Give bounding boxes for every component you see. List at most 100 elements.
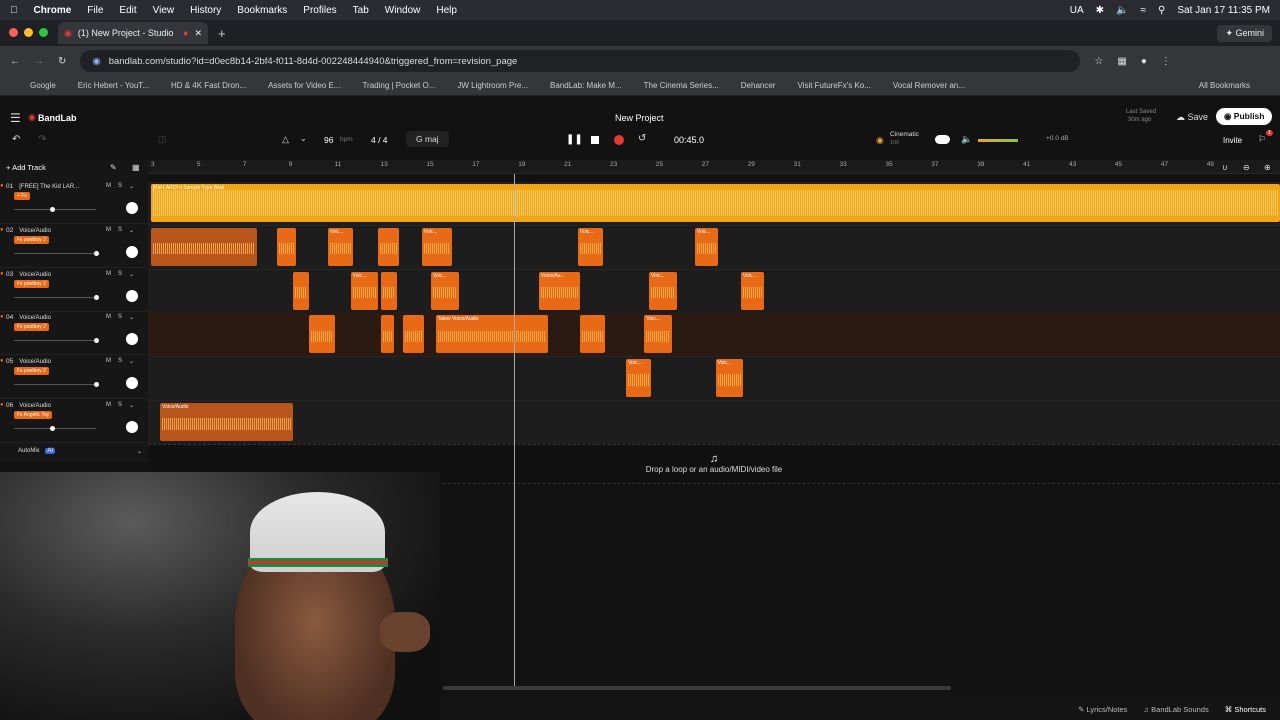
- track-chevron-icon[interactable]: ⌄: [129, 227, 134, 234]
- slider-thumb[interactable]: [94, 382, 99, 388]
- preset-name[interactable]: Cinematic: [890, 131, 919, 138]
- bookmark-youtube[interactable]: Eric Hebert - YouT...: [78, 81, 149, 90]
- track-lane[interactable]: Takes Voice/Audio Voic...: [148, 313, 1280, 358]
- zoom-in-icon[interactable]: ⊕: [1264, 163, 1271, 172]
- audio-clip[interactable]: Voic...: [350, 271, 379, 310]
- menu-edit[interactable]: Edit: [119, 5, 136, 16]
- mute-button[interactable]: M: [106, 271, 111, 278]
- menubar-clock[interactable]: Sat Jan 17 11:35 PM: [1177, 5, 1270, 16]
- stop-button[interactable]: [591, 136, 599, 144]
- menu-history[interactable]: History: [190, 5, 221, 16]
- mute-button[interactable]: M: [106, 358, 111, 365]
- track-volume-slider[interactable]: [14, 250, 99, 256]
- track-header[interactable]: 03 Voice/Audio Fx poetboy 2 M S ⌄ ●: [0, 268, 148, 312]
- bookmark-futurefx[interactable]: Visit FutureFx's Ko...: [797, 81, 870, 90]
- solo-button[interactable]: S: [118, 183, 122, 190]
- solo-button[interactable]: S: [118, 358, 122, 365]
- zoom-window-button[interactable]: [39, 28, 48, 37]
- record-button[interactable]: [614, 135, 624, 145]
- fx-badge[interactable]: Fx poetboy 2: [14, 279, 49, 288]
- minimize-window-button[interactable]: [24, 28, 33, 37]
- new-tab-button[interactable]: +: [218, 26, 226, 41]
- fx-badge[interactable]: Fx Angelic Toy: [14, 411, 53, 419]
- forward-icon[interactable]: →: [34, 56, 44, 67]
- slider-thumb[interactable]: [50, 207, 55, 212]
- bookmark-lightroom[interactable]: JW Lightroom Pre...: [457, 81, 528, 90]
- fx-badge[interactable]: + Fx: [14, 192, 30, 200]
- master-volume-icon[interactable]: 🔈: [961, 134, 972, 145]
- slider-thumb[interactable]: [94, 294, 99, 300]
- audio-clip[interactable]: [580, 315, 606, 354]
- track-drag-icon[interactable]: ●: [0, 314, 4, 320]
- volume-icon[interactable]: 🔈: [1116, 5, 1128, 16]
- bookmark-drone[interactable]: HD & 4K Fast Dron...: [171, 81, 246, 90]
- track-drag-icon[interactable]: ●: [0, 271, 4, 277]
- audio-clip[interactable]: Voice/Audio: [160, 403, 294, 441]
- wifi-icon[interactable]: ≈: [1141, 5, 1147, 16]
- notifications-icon[interactable]: ⚐: [1258, 134, 1266, 145]
- track-drag-icon[interactable]: ●: [0, 227, 4, 233]
- bookmark-vocal-remover[interactable]: Vocal Remover an...: [893, 81, 965, 90]
- track-chevron-icon[interactable]: ⌄: [129, 183, 134, 190]
- pan-knob[interactable]: [126, 377, 138, 390]
- chrome-menu-icon[interactable]: ⋮: [1161, 56, 1171, 67]
- key-selector[interactable]: G maj: [406, 131, 449, 147]
- undo-icon[interactable]: ↶: [12, 134, 20, 145]
- snap-icon[interactable]: ∪: [1222, 163, 1228, 172]
- audio-clip[interactable]: Voic...: [694, 227, 718, 266]
- slider-thumb[interactable]: [94, 338, 99, 344]
- bookmark-bandlab[interactable]: BandLab: Make M...: [550, 81, 622, 90]
- publish-button[interactable]: ◉ Publish: [1216, 108, 1273, 125]
- playhead[interactable]: [514, 174, 515, 690]
- add-track-button[interactable]: + Add Track: [6, 163, 46, 172]
- timeline-ruler[interactable]: 3 5 7 9 11 13 15 17 19 21 23 25 27 29 31 33 35 37 39 41 43 45…: [148, 160, 1280, 174]
- hamburger-menu-icon[interactable]: ☰: [10, 111, 21, 125]
- pan-knob[interactable]: [126, 245, 138, 258]
- fx-badge[interactable]: Fx poetboy 2: [14, 323, 49, 332]
- menu-app-name[interactable]: Chrome: [34, 5, 72, 16]
- audio-clip[interactable]: Voic...: [626, 359, 652, 398]
- track-volume-slider[interactable]: [14, 207, 96, 212]
- audio-clip[interactable]: Voic...: [715, 359, 744, 398]
- audio-clip[interactable]: Voic...: [430, 271, 459, 310]
- audio-clip[interactable]: [380, 315, 395, 354]
- track-volume-slider[interactable]: [14, 294, 99, 300]
- gemini-button[interactable]: ✦ Gemini: [1217, 24, 1272, 42]
- track-header[interactable]: 01 [FREE] The Kid LAR... + Fx M S ⌄ ●: [0, 180, 148, 224]
- tab-active[interactable]: ◉ (1) New Project - Studio ● ✕: [58, 22, 208, 44]
- invite-button[interactable]: Invite: [1223, 136, 1242, 145]
- tempo-value[interactable]: 96: [324, 135, 333, 145]
- pause-button[interactable]: ❚❚: [566, 134, 583, 145]
- preset-icon[interactable]: ◉: [876, 135, 884, 146]
- profile-icon[interactable]: ●: [1141, 56, 1147, 67]
- lyrics-notes-button[interactable]: ✎ Lyrics/Notes: [1078, 705, 1127, 714]
- pan-knob[interactable]: [126, 421, 138, 433]
- fx-badge[interactable]: Fx poetboy 2: [14, 367, 49, 376]
- search-icon[interactable]: ⚲: [1158, 5, 1165, 16]
- track-name[interactable]: Voice/Audio: [19, 403, 51, 409]
- preset-toggle[interactable]: [935, 135, 950, 144]
- menu-tab[interactable]: Tab: [353, 5, 369, 16]
- input-language[interactable]: UA: [1070, 5, 1084, 16]
- pan-knob[interactable]: [126, 333, 138, 346]
- all-bookmarks[interactable]: All Bookmarks: [1199, 81, 1250, 90]
- master-volume-slider[interactable]: [978, 139, 1018, 142]
- track-drag-icon[interactable]: ●: [0, 183, 4, 189]
- track-name[interactable]: Voice/Audio: [19, 315, 51, 321]
- site-info-icon[interactable]: ◉: [92, 56, 100, 67]
- pan-knob[interactable]: [126, 289, 138, 302]
- pan-knob[interactable]: [126, 202, 138, 214]
- close-window-button[interactable]: [9, 28, 18, 37]
- reload-icon[interactable]: ↻: [58, 56, 66, 67]
- track-chevron-icon[interactable]: ⌄: [129, 402, 134, 409]
- audio-clip[interactable]: [293, 271, 310, 310]
- mute-button[interactable]: M: [106, 314, 111, 321]
- track-volume-slider[interactable]: [14, 426, 96, 431]
- mixer-icon[interactable]: ▦: [132, 163, 140, 172]
- track-lane[interactable]: [Kid LAROI x Sample Type Beat: [148, 182, 1280, 226]
- menu-file[interactable]: File: [87, 5, 103, 16]
- beat-clip[interactable]: [Kid LAROI x Sample Type Beat: [151, 184, 1280, 222]
- project-title[interactable]: New Project: [615, 113, 664, 123]
- track-lane[interactable]: Voice/Audio: [148, 401, 1280, 445]
- track-chevron-icon[interactable]: ⌄: [129, 271, 134, 278]
